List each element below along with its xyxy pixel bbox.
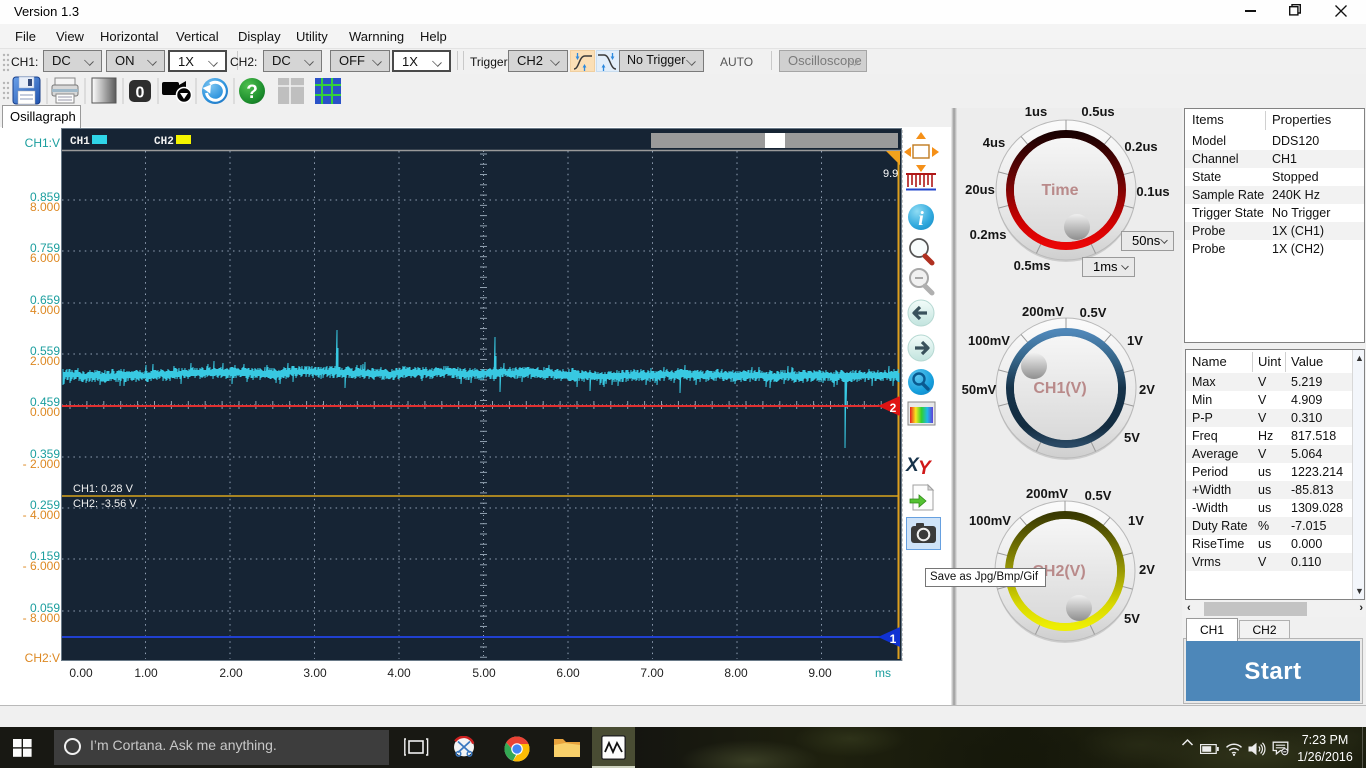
svg-text:CH2: CH2	[154, 136, 174, 148]
svg-text:CH1(V): CH1(V)	[1033, 380, 1086, 397]
svg-text:Time: Time	[1041, 182, 1078, 199]
svg-text:?: ?	[246, 82, 258, 103]
svg-text:1: 1	[890, 632, 897, 646]
svg-text:i: i	[918, 208, 924, 230]
svg-text:CH2: -3.56 V: CH2: -3.56 V	[73, 498, 137, 510]
svg-text:9.9: 9.9	[883, 168, 898, 180]
svg-text:2: 2	[890, 401, 897, 415]
svg-text:CH1: 0.28 V: CH1: 0.28 V	[73, 483, 134, 495]
svg-text:0: 0	[136, 85, 145, 102]
svg-text:CH1: CH1	[70, 136, 90, 148]
svg-text:Y: Y	[918, 458, 933, 479]
